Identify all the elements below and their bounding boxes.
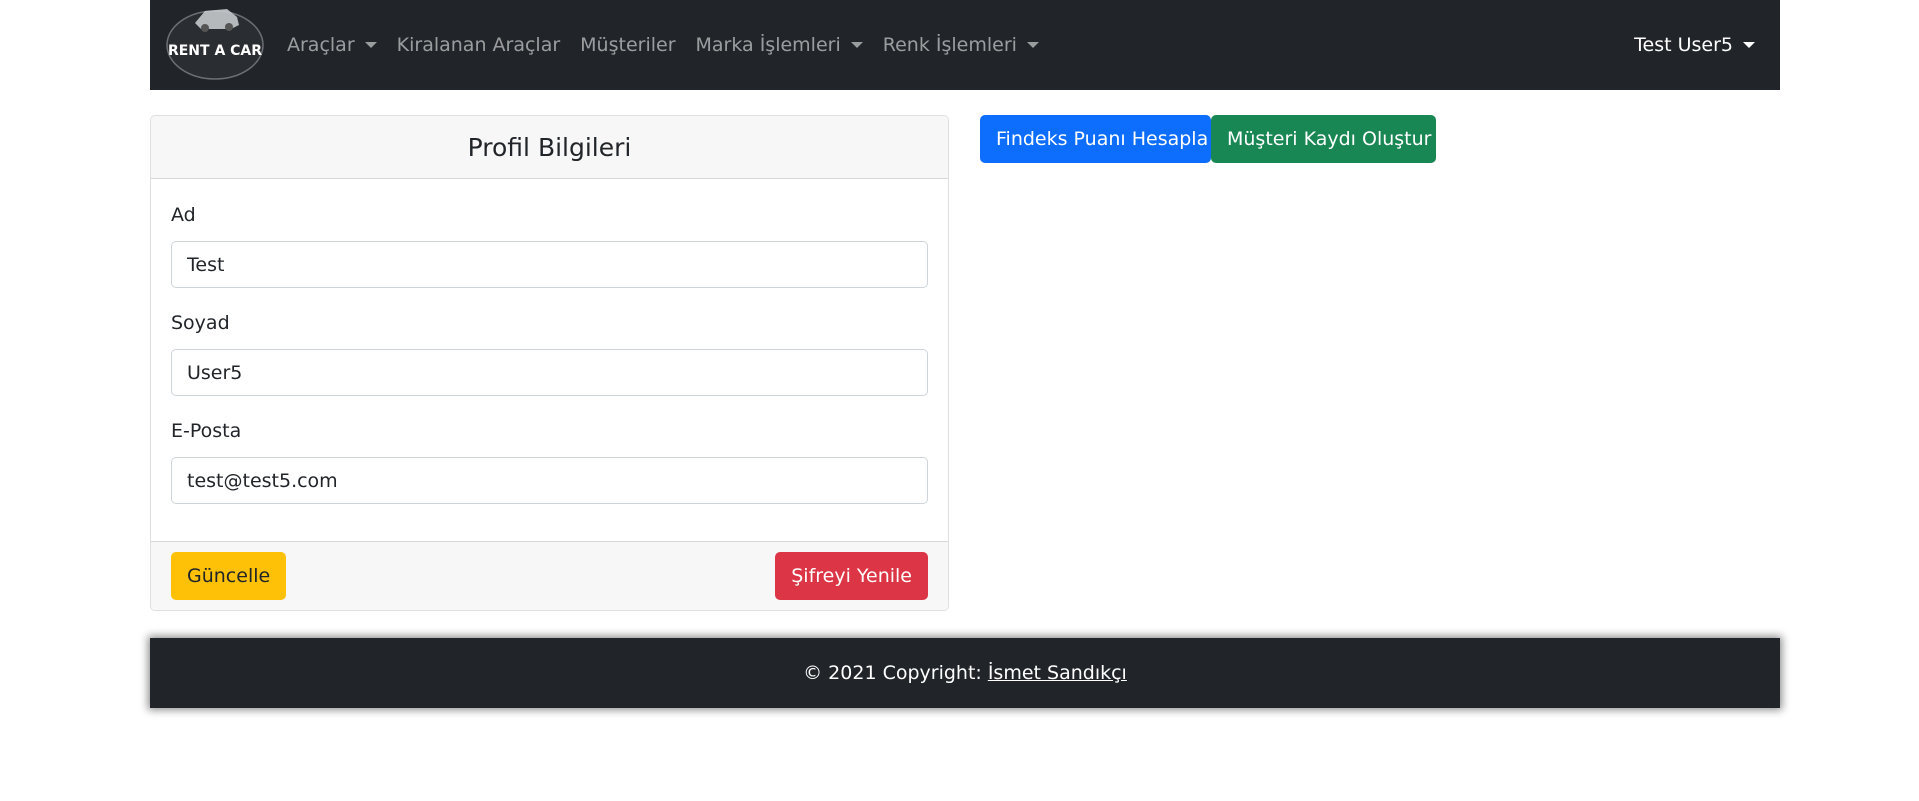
nav-item-label: Araçlar — [287, 34, 355, 56]
chevron-down-icon — [850, 42, 863, 48]
last-name-label: Soyad — [171, 312, 230, 334]
email-label: E-Posta — [171, 420, 242, 442]
nav-item-araclar[interactable]: Araçlar — [277, 34, 387, 56]
user-name: Test User5 — [1634, 34, 1733, 56]
car-logo-icon: RENT A CAR — [166, 9, 264, 80]
nav-item-label: Marka İşlemleri — [695, 34, 841, 56]
nav-menu: Araçlar Kiralanan Araçlar Müşteriler Mar… — [277, 0, 1049, 90]
chevron-down-icon — [1743, 42, 1755, 48]
nav-item-kiralanan-araclar[interactable]: Kiralanan Araçlar — [387, 34, 571, 56]
page-footer: © 2021 Copyright: İsmet Sandıkçı — [150, 638, 1780, 708]
brand-logo[interactable]: RENT A CAR — [165, 3, 266, 81]
user-menu[interactable]: Test User5 — [1634, 0, 1755, 90]
top-navbar: RENT A CAR Araçlar Kiralanan Araçlar Müş… — [150, 0, 1780, 90]
nav-item-musteriler[interactable]: Müşteriler — [570, 34, 685, 56]
author-link[interactable]: İsmet Sandıkçı — [988, 662, 1127, 684]
last-name-input[interactable] — [171, 349, 928, 396]
nav-item-marka-islemleri[interactable]: Marka İşlemleri — [686, 34, 873, 56]
update-button[interactable]: Güncelle — [171, 552, 287, 600]
findeks-score-button[interactable]: Findeks Puanı Hesapla — [980, 115, 1211, 163]
profile-card-header: Profil Bilgileri — [151, 116, 948, 179]
first-name-input[interactable] — [171, 241, 928, 288]
nav-item-label: Müşteriler — [580, 34, 676, 56]
profile-card: Profil Bilgileri Ad Soyad E-Posta Güncel… — [150, 115, 949, 611]
first-name-label: Ad — [171, 204, 196, 226]
reset-password-button[interactable]: Şifreyi Yenile — [775, 552, 928, 600]
email-input[interactable] — [171, 457, 928, 504]
nav-item-label: Kiralanan Araçlar — [396, 34, 561, 56]
create-customer-button[interactable]: Müşteri Kaydı Oluştur — [1211, 115, 1436, 163]
brand-text: RENT A CAR — [168, 43, 262, 59]
chevron-down-icon — [1026, 42, 1039, 48]
chevron-down-icon — [364, 42, 377, 48]
nav-item-renk-islemleri[interactable]: Renk İşlemleri — [873, 34, 1049, 56]
nav-item-label: Renk İşlemleri — [882, 34, 1017, 56]
profile-card-title: Profil Bilgileri — [467, 132, 632, 162]
profile-card-footer: Güncelle Şifreyi Yenile — [151, 541, 948, 610]
copyright-text: © 2021 Copyright: — [803, 662, 982, 684]
profile-form: Ad Soyad E-Posta — [151, 179, 948, 542]
